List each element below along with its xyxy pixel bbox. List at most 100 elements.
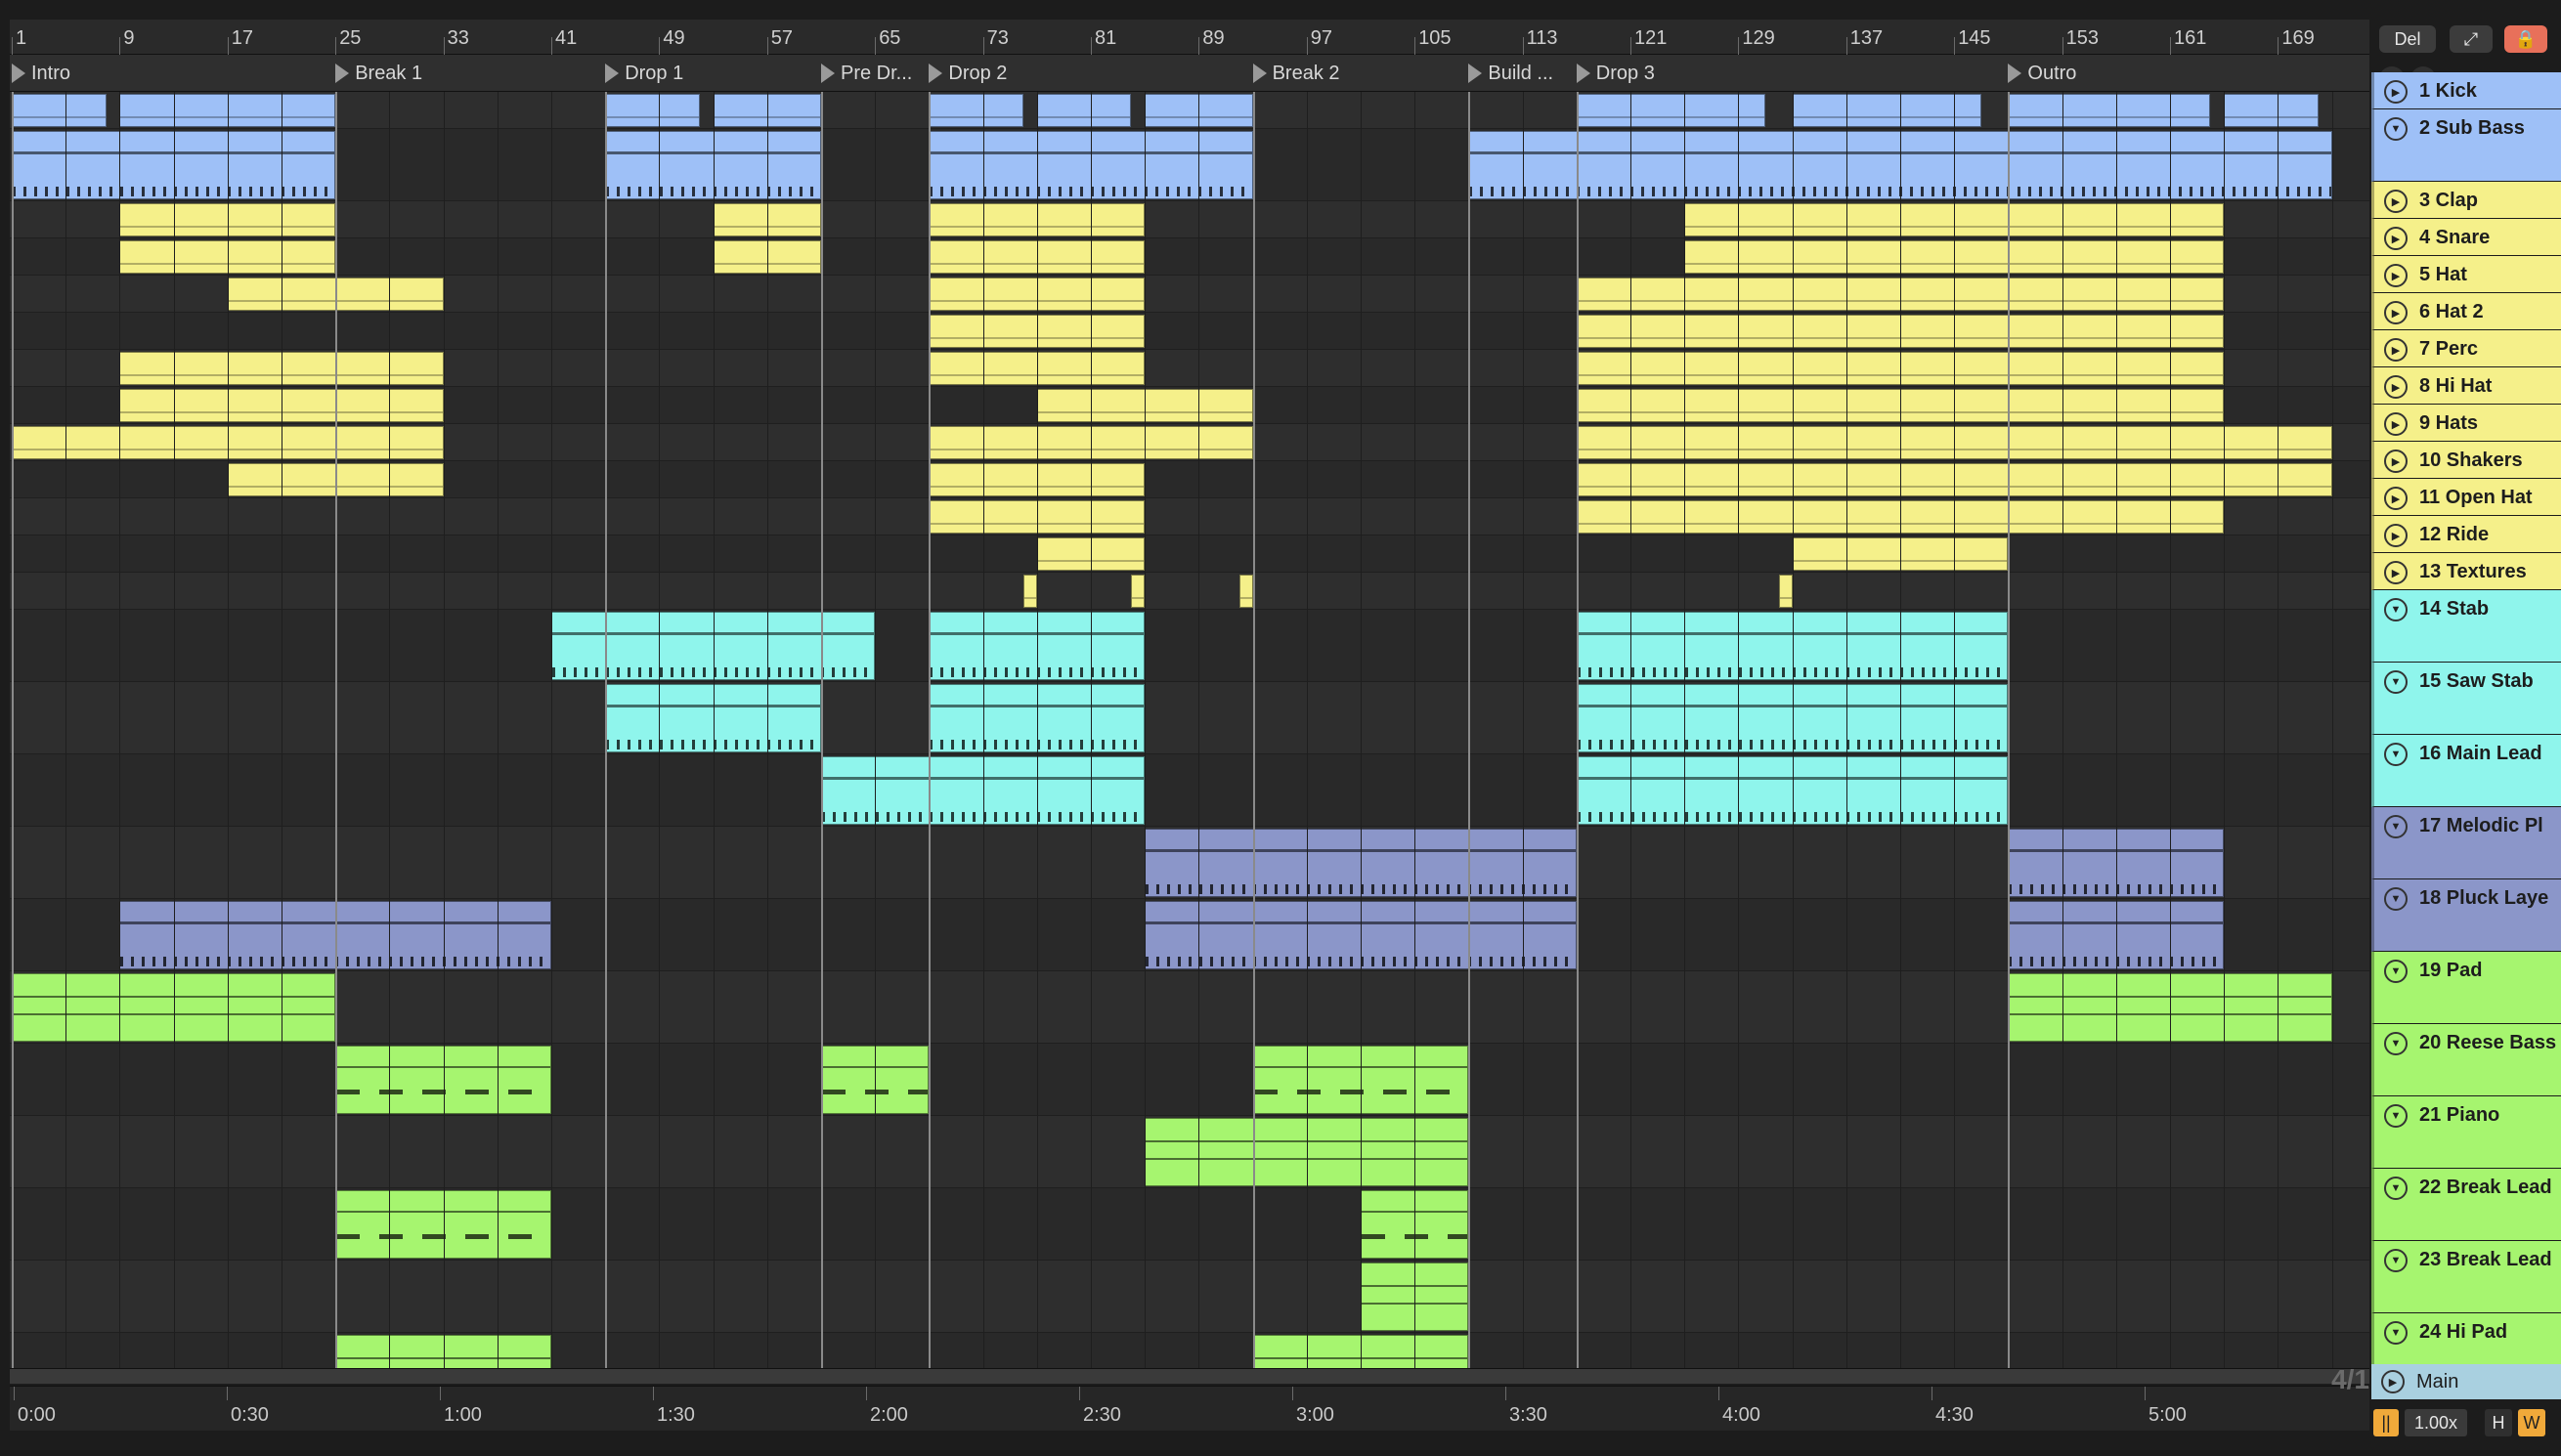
horizontal-scrollbar[interactable] (10, 1368, 2369, 1384)
track-header[interactable]: ▶ 8 Hi Hat (2371, 367, 2561, 405)
track-lane[interactable] (10, 682, 2369, 754)
delete-button[interactable]: Del (2379, 25, 2436, 53)
play-icon[interactable]: ▶ (2384, 80, 2408, 104)
tempo-scale-field[interactable]: 1.00x (2405, 1409, 2467, 1436)
locator-break-1[interactable]: Break 1 (335, 55, 422, 92)
play-icon[interactable]: ▶ (2384, 190, 2408, 213)
play-icon[interactable]: ▶ (2384, 338, 2408, 362)
play-icon[interactable]: ▶ (2384, 375, 2408, 399)
expand-icon[interactable]: ⤢ (2450, 25, 2493, 53)
clip[interactable] (2224, 94, 2319, 127)
clip[interactable] (929, 94, 1023, 127)
fold-icon[interactable]: ▼ (2384, 815, 2408, 838)
track-lane[interactable] (10, 754, 2369, 827)
track-header[interactable]: ▼ 18 Pluck Laye (2371, 879, 2561, 952)
track-header[interactable]: ▼ 14 Stab (2371, 590, 2561, 663)
clip[interactable] (1131, 575, 1146, 608)
fold-icon[interactable]: ▼ (2384, 743, 2408, 766)
track-header[interactable]: ▼ 20 Reese Bass (2371, 1024, 2561, 1096)
track-header[interactable]: ▼ 21 Piano (2371, 1096, 2561, 1169)
locator-pre-dr[interactable]: Pre Dr... (821, 55, 912, 92)
track-header[interactable]: ▶ 13 Textures (2371, 553, 2561, 590)
track-header[interactable]: ▼ 15 Saw Stab (2371, 663, 2561, 735)
bar-number-label: 33 (447, 27, 469, 49)
track-header[interactable]: ▶ 6 Hat 2 (2371, 293, 2561, 330)
track-header[interactable]: ▶ 11 Open Hat (2371, 479, 2561, 516)
fold-icon[interactable]: ▼ (2384, 1177, 2408, 1200)
track-header[interactable]: ▶ 9 Hats (2371, 405, 2561, 442)
locator-intro[interactable]: Intro (12, 55, 70, 92)
locator-drop-1[interactable]: Drop 1 (605, 55, 683, 92)
lock-icon[interactable]: 🔒 (2504, 25, 2547, 53)
track-lanes[interactable] (10, 92, 2369, 1382)
bar-number-label: 17 (231, 27, 254, 49)
play-icon[interactable]: ▶ (2384, 412, 2408, 436)
play-icon[interactable]: ▶ (2384, 301, 2408, 324)
track-lane[interactable] (10, 1261, 2369, 1333)
track-lane[interactable] (10, 610, 2369, 682)
play-icon[interactable]: ▶ (2381, 1370, 2405, 1393)
clip[interactable] (1238, 575, 1253, 608)
play-icon[interactable]: ▶ (2384, 487, 2408, 510)
track-header[interactable]: ▶ 3 Clap (2371, 182, 2561, 219)
clip[interactable] (2008, 94, 2211, 127)
track-header[interactable]: ▶ 7 Perc (2371, 330, 2561, 367)
clip[interactable] (1792, 94, 1981, 127)
fold-icon[interactable]: ▼ (2384, 1032, 2408, 1055)
locator-bar[interactable]: Intro Break 1 Drop 1 Pre Dr... Drop 2 Break 2… (10, 55, 2369, 92)
fold-icon[interactable]: ▼ (2384, 117, 2408, 141)
clip[interactable] (605, 94, 700, 127)
track-header[interactable]: ▶ 4 Snare (2371, 219, 2561, 256)
play-icon[interactable]: ▶ (2384, 561, 2408, 584)
bar-number-label: 153 (2065, 27, 2099, 49)
track-header[interactable]: ▼ 17 Melodic Pl (2371, 807, 2561, 879)
track-header[interactable]: ▼ 19 Pad (2371, 952, 2561, 1024)
track-header[interactable]: ▶ 12 Ride (2371, 516, 2561, 553)
fold-icon[interactable]: ▼ (2384, 1104, 2408, 1128)
play-icon[interactable]: ▶ (2384, 227, 2408, 250)
locator-break-2[interactable]: Break 2 (1252, 55, 1340, 92)
track-header[interactable]: ▼ 22 Break Lead (2371, 1169, 2561, 1241)
bar-number-label: 65 (879, 27, 901, 49)
track-header[interactable]: ▶ 10 Shakers (2371, 442, 2561, 479)
bar-tick (12, 37, 13, 55)
fold-icon[interactable]: ▼ (2384, 887, 2408, 911)
bar-ruler[interactable]: 1 9 17 25 33 41 49 57 65 73 81 89 97 105 113 121 129 137 1… (10, 20, 2369, 55)
play-icon[interactable]: ▶ (2384, 524, 2408, 547)
locator-drop-3[interactable]: Drop 3 (1576, 55, 1655, 92)
clip[interactable] (1036, 94, 1132, 127)
bar-number-label: 121 (1634, 27, 1668, 49)
play-icon[interactable]: ▶ (2384, 450, 2408, 473)
track-header[interactable]: ▼ 23 Break Lead (2371, 1241, 2561, 1313)
h-toggle-button[interactable]: H (2485, 1409, 2512, 1436)
track-lane[interactable] (10, 573, 2369, 610)
audio-meter-icon[interactable]: || (2373, 1409, 2399, 1436)
fold-icon[interactable]: ▼ (2384, 1321, 2408, 1345)
locator-flag-icon (335, 64, 350, 83)
locator-drop-2[interactable]: Drop 2 (929, 55, 1007, 92)
locator-line (929, 92, 932, 1382)
play-icon[interactable]: ▶ (2384, 264, 2408, 287)
fold-icon[interactable]: ▼ (2384, 960, 2408, 983)
clip[interactable] (1778, 575, 1793, 608)
w-toggle-button[interactable]: W (2518, 1409, 2545, 1436)
clip[interactable] (1023, 575, 1037, 608)
clip[interactable] (12, 94, 107, 127)
locator-name: Intro (31, 62, 71, 84)
locator-outro[interactable]: Outro (2008, 55, 2076, 92)
track-header[interactable]: ▶ 1 Kick (2371, 72, 2561, 109)
main-track-header[interactable]: ▶ Main (2371, 1364, 2561, 1399)
clip[interactable] (1576, 94, 1765, 127)
arrangement-view[interactable]: 1 9 17 25 33 41 49 57 65 73 81 89 97 105 113 121 129 137 1… (10, 20, 2369, 1456)
fold-icon[interactable]: ▼ (2384, 598, 2408, 621)
track-header[interactable]: ▼ 2 Sub Bass (2371, 109, 2561, 182)
track-header[interactable]: ▼ 16 Main Lead (2371, 735, 2561, 807)
time-label: 1:00 (444, 1404, 482, 1426)
time-ruler[interactable]: 0:00 0:30 1:00 1:30 2:00 2:30 3:00 3:30 4:00 4:30… (10, 1386, 2369, 1431)
fold-icon[interactable]: ▼ (2384, 1249, 2408, 1272)
locator-build[interactable]: Build ... (1468, 55, 1553, 92)
track-lane[interactable] (10, 535, 2369, 573)
locator-flag-icon (2008, 64, 2022, 83)
fold-icon[interactable]: ▼ (2384, 670, 2408, 694)
track-header[interactable]: ▶ 5 Hat (2371, 256, 2561, 293)
